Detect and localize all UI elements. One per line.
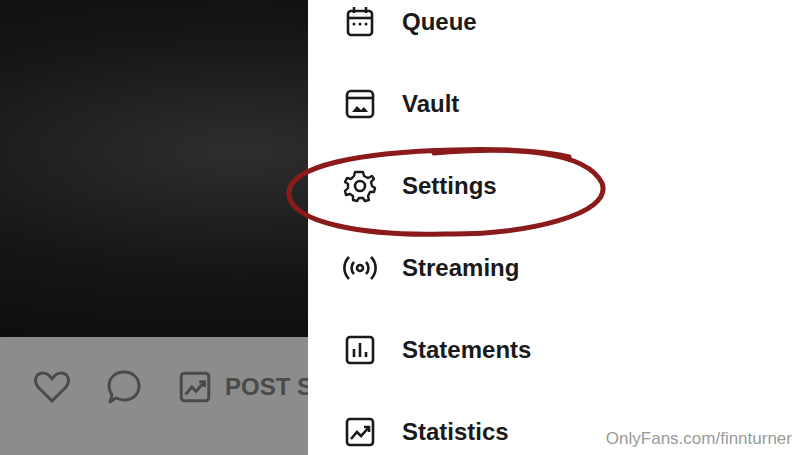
menu-label: Queue — [402, 8, 477, 36]
broadcast-icon — [343, 251, 377, 285]
menu-label: Streaming — [402, 254, 519, 282]
comment-icon[interactable] — [105, 368, 143, 406]
menu-label: Vault — [402, 90, 459, 118]
heart-icon[interactable] — [33, 368, 71, 406]
watermark: OnlyFans.com/finnturner — [606, 429, 792, 449]
menu-item[interactable]: Queue — [308, 0, 800, 63]
image-frame-icon — [343, 87, 377, 121]
menu-item[interactable]: Streaming — [308, 227, 800, 309]
menu-item[interactable]: Statements — [308, 309, 800, 391]
menu-item[interactable]: Settings — [308, 145, 800, 227]
menu-label: Statements — [402, 336, 531, 364]
post-stats-button[interactable]: POST S — [177, 369, 313, 405]
gear-icon — [343, 169, 377, 203]
trend-chart-icon — [177, 369, 213, 405]
annotation-circle — [284, 143, 614, 243]
menu-list: Queue Vault Settings Streaming Statements Sta… — [308, 0, 800, 455]
bar-chart-icon — [343, 333, 377, 367]
menu-label: Statistics — [402, 418, 509, 446]
calendar-icon — [343, 5, 377, 39]
side-menu: Queue Vault Settings Streaming Statements Sta… — [308, 0, 800, 455]
menu-label: Settings — [402, 172, 497, 200]
post-stats-label: POST S — [225, 373, 313, 401]
screen: POST S Queue Vault Settings Streaming Stateme… — [0, 0, 800, 455]
menu-item[interactable]: Vault — [308, 63, 800, 145]
trend-chart-icon — [343, 415, 377, 449]
